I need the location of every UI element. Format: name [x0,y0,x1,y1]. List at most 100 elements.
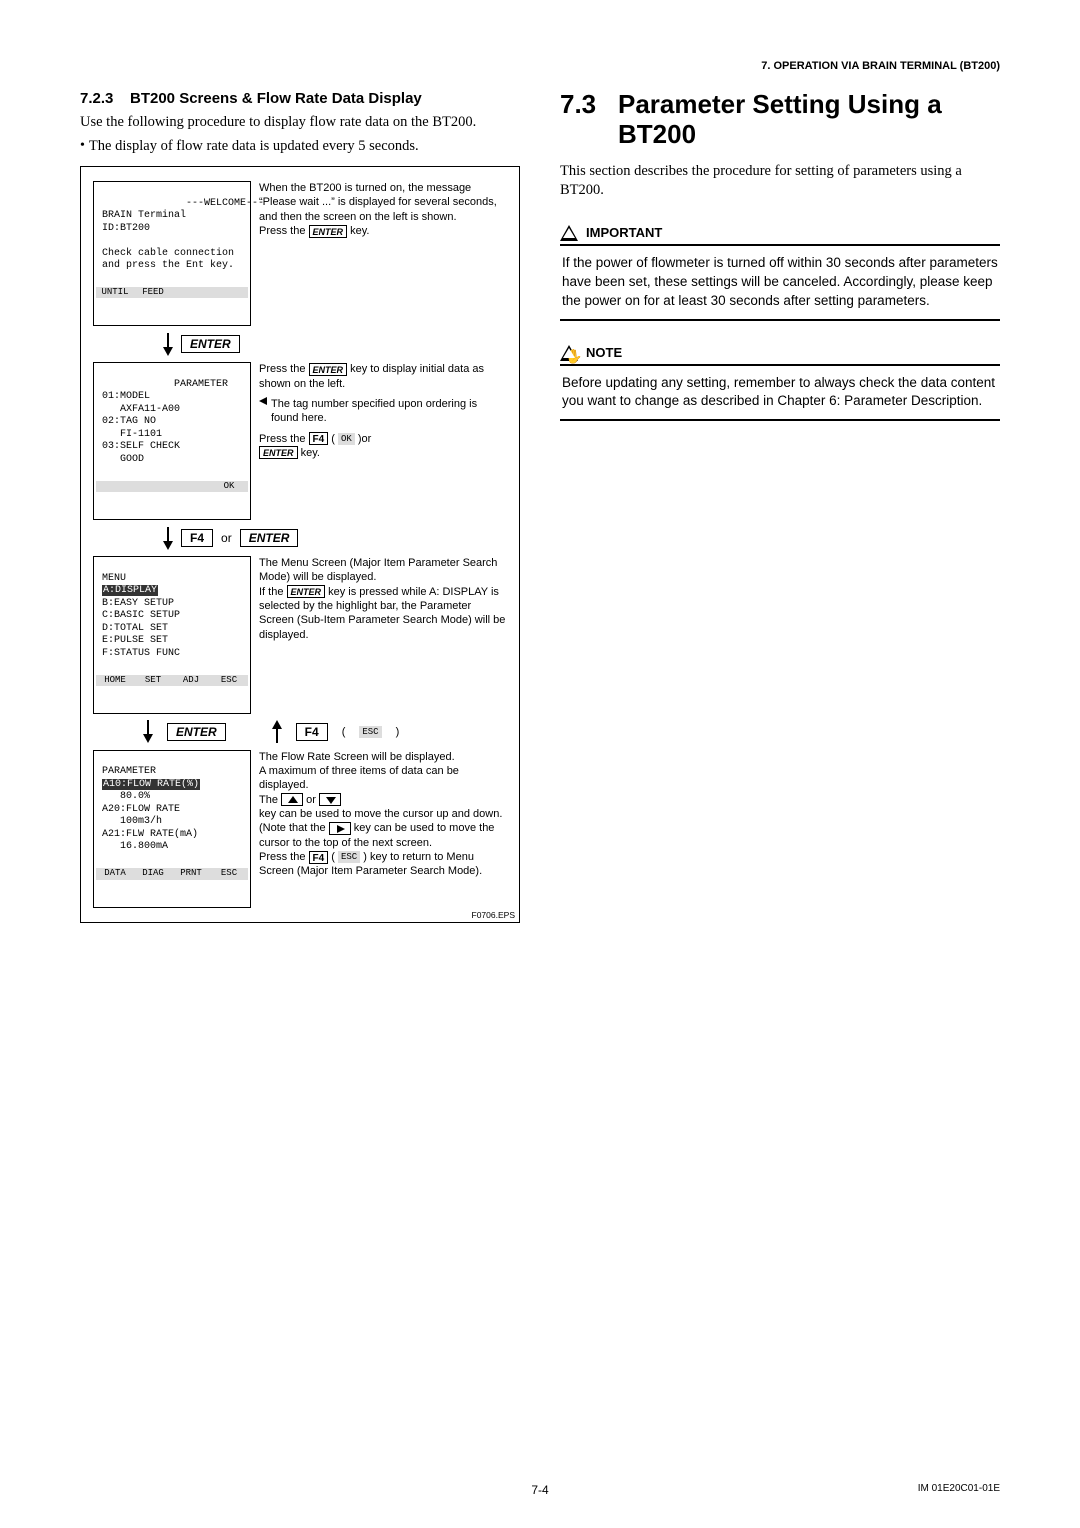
screen-highlight: A10:FLOW RATE(%) [102,779,200,790]
note-triangle-icon: ✋ [560,345,578,361]
screen-highlight: A:DISPLAY [102,585,158,596]
arrow-3: ENTER F4 ( ESC ) [93,718,507,746]
screen-menu: MENU A:DISPLAY B:EASY SETUP C:BASIC SETU… [93,556,251,714]
desc-text: The Flow Rate Screen will be displayed. [259,751,455,763]
ok-softkey-label: OK [338,433,355,445]
softkey: DIAG [134,868,172,879]
note-label: NOTE [586,345,622,360]
softkey [134,481,172,492]
desc-text: Press the [259,225,305,237]
main-heading-number: 7.3 [560,90,602,150]
screen-welcome-text: ---WELCOME--- BRAIN Terminal ID:BT200 Ch… [96,198,264,272]
main-heading-title: Parameter Setting Using a BT200 [618,90,1000,150]
desc-text: (Note that the [259,822,326,834]
subsection-title: BT200 Screens & Flow Rate Data Display [130,90,422,107]
step-3: MENU A:DISPLAY B:EASY SETUP C:BASIC SETU… [93,556,507,714]
softkey: ESC [210,868,248,879]
bullet-text: The display of flow rate data is updated… [89,137,419,157]
desc-text: Press the [259,433,305,445]
paren: ) [363,851,370,863]
softkey: FEED [134,287,172,298]
paren: ( [331,851,335,863]
page-header-chapter: 7. OPERATION VIA BRAIN TERMINAL (BT200) [761,60,1000,72]
desc-text: If the [259,586,283,598]
step-2-desc: Press the ENTER key to display initial d… [259,362,507,460]
desc-text: key. [350,225,369,237]
down-key-icon [319,793,341,806]
softkey: HOME [96,675,134,686]
softkey: ADJ [172,675,210,686]
pointer-text: The tag number specified upon ordering i… [271,397,507,426]
step-4: PARAMETER A10:FLOW RATE(%) 80.0% A20:FLO… [93,750,507,908]
up-key-icon [281,793,303,806]
enter-key-label: ENTER [240,529,299,547]
content-columns: 7.2.3 BT200 Screens & Flow Rate Data Dis… [80,90,1000,923]
softkey: ESC [210,675,248,686]
important-body: If the power of flowmeter is turned off … [560,246,1000,321]
screen-parameter-initial: PARAMETER 01:MODEL AXFA11-A00 02:TAG NO … [93,362,251,520]
desc-text: A maximum of three items of data can be … [259,765,459,791]
desc-text: When the BT200 is turned on, the message… [259,182,497,223]
enter-key-icon: ENTER [309,225,348,238]
desc-text: Press the [259,363,305,375]
warning-triangle-icon: ! [560,225,578,241]
page-number: 7-4 [531,1483,548,1497]
step-1: ---WELCOME--- BRAIN Terminal ID:BT200 Ch… [93,181,507,326]
softkey [172,287,210,298]
desc-text: key. [301,447,320,459]
enter-key-label: ENTER [167,723,226,741]
right-column: 7.3 Parameter Setting Using a BT200 This… [560,90,1000,923]
doc-id: IM 01E20C01-01E [918,1483,1000,1494]
softkey [210,287,248,298]
figure-ref: F0706.EPS [472,910,515,920]
subsection-number: 7.2.3 [80,90,120,107]
softkey: OK [210,481,248,492]
section-intro: This section describes the procedure for… [560,162,1000,201]
step-4-desc: The Flow Rate Screen will be displayed. … [259,750,507,879]
page-footer: 7-4 IM 01E20C01-01E [80,1483,1000,1494]
arrow-1: ENTER [93,330,507,358]
softkey [96,481,134,492]
enter-key-icon: ENTER [259,446,298,459]
bullet-item: • The display of flow rate data is updat… [80,137,520,157]
f4-key-label: F4 [181,529,213,547]
note-body: Before updating any setting, remember to… [560,366,1000,422]
f4-key-icon: F4 [309,432,329,445]
arrow-2: F4 or ENTER [93,524,507,552]
softkey: UNTIL [96,287,134,298]
enter-key-icon: ENTER [309,363,348,376]
screen-flow-rate: PARAMETER A10:FLOW RATE(%) 80.0% A20:FLO… [93,750,251,908]
important-label: IMPORTANT [586,225,662,240]
softkey: PRNT [172,868,210,879]
desc-text: or [362,433,372,445]
f4-key-icon: F4 [309,851,329,864]
paren: ( [331,433,335,445]
screen-text: PARAMETER 01:MODEL AXFA11-A00 02:TAG NO … [96,379,228,465]
or-text: or [221,531,232,545]
step-3-desc: The Menu Screen (Major Item Parameter Se… [259,556,507,642]
paren: ) [396,726,400,738]
enter-key-label: ENTER [181,335,240,353]
note-callout: ✋ NOTE Before updating any setting, reme… [560,345,1000,422]
esc-softkey-label: ESC [338,851,360,863]
paren: ( [342,726,346,738]
step-1-desc: When the BT200 is turned on, the message… [259,181,507,238]
desc-text: The [259,794,278,806]
softkey [172,481,210,492]
screen-welcome: ---WELCOME--- BRAIN Terminal ID:BT200 Ch… [93,181,251,326]
softkey: SET [134,675,172,686]
step-2: PARAMETER 01:MODEL AXFA11-A00 02:TAG NO … [93,362,507,520]
important-callout: ! IMPORTANT If the power of flowmeter is… [560,225,1000,321]
pointer-arrow-icon [259,397,267,405]
enter-key-icon: ENTER [287,585,326,598]
softkey: DATA [96,868,134,879]
left-column: 7.2.3 BT200 Screens & Flow Rate Data Dis… [80,90,520,923]
desc-text: The Menu Screen (Major Item Parameter Se… [259,557,497,583]
right-key-icon [329,822,351,835]
desc-text: or [306,794,316,806]
subsection-heading: 7.2.3 BT200 Screens & Flow Rate Data Dis… [80,90,520,107]
flow-diagram: ---WELCOME--- BRAIN Terminal ID:BT200 Ch… [80,166,520,923]
main-heading: 7.3 Parameter Setting Using a BT200 [560,90,1000,150]
desc-text: key can be used to move the cursor up an… [259,808,502,820]
bullet-dot: • [80,137,85,157]
